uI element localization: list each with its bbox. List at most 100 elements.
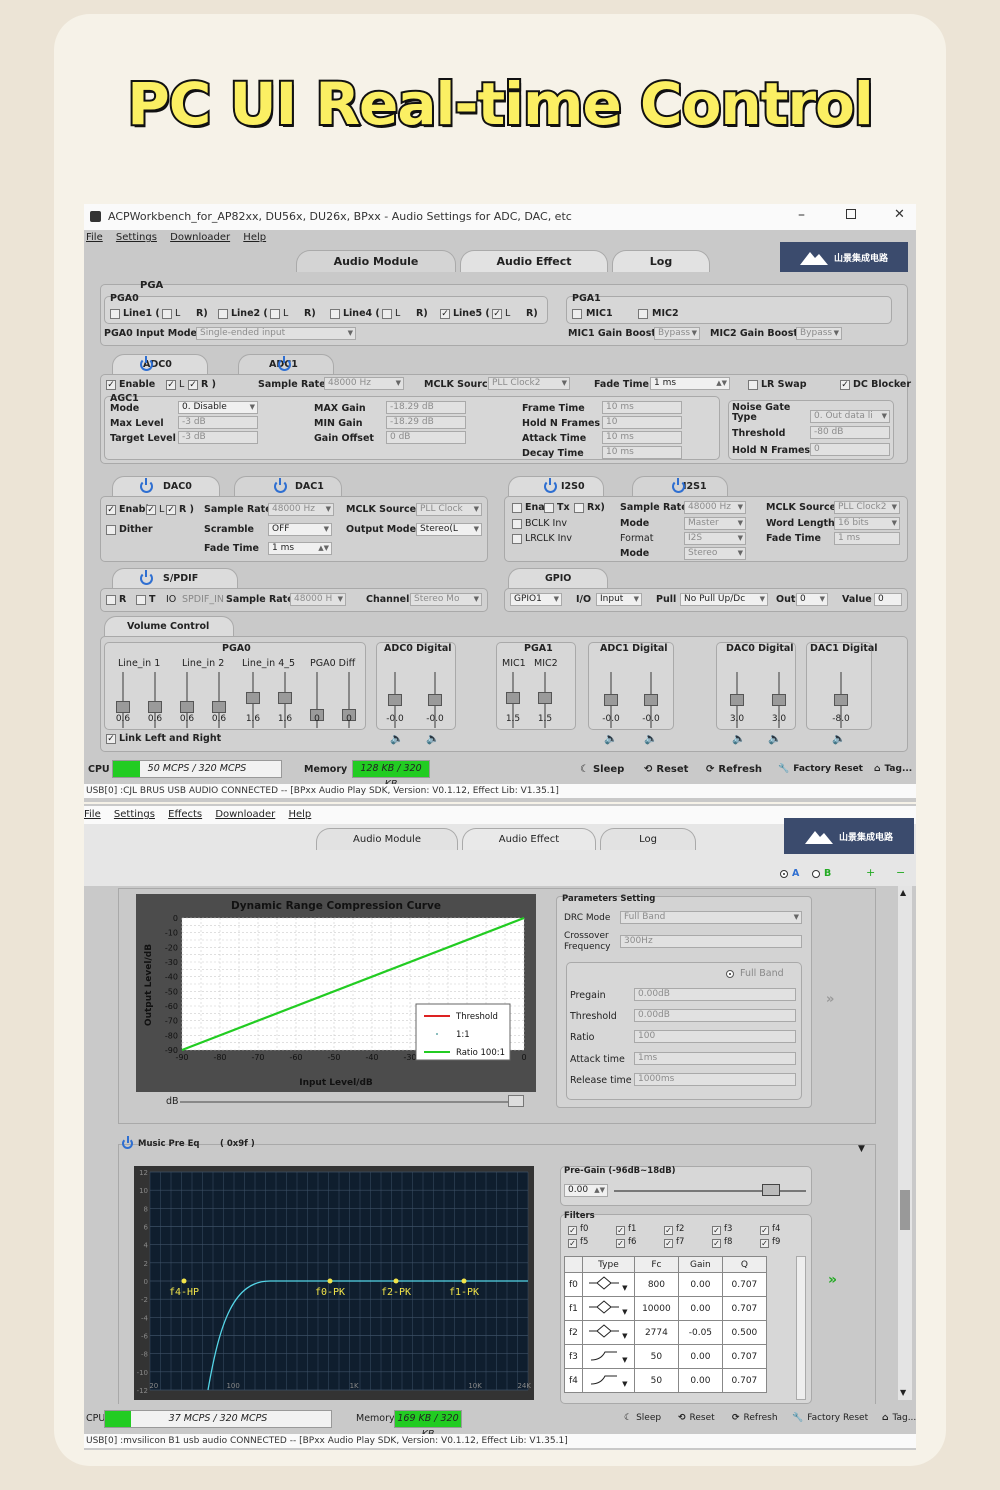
radio-a[interactable] [780, 870, 788, 878]
filter-f6-checkbox[interactable]: ✓ [616, 1239, 625, 1248]
minimize-icon[interactable]: – [798, 207, 805, 223]
chevron-down-icon[interactable]: ▼ [622, 1284, 627, 1292]
tab-spdif[interactable]: S/PDIF [112, 568, 238, 588]
filter-gain[interactable]: 0.00 [677, 1368, 723, 1393]
eq-power-icon[interactable] [122, 1136, 133, 1149]
tab-adc0[interactable]: ADC0 [112, 354, 208, 374]
filter-row[interactable]: f2 ▼ 2774 -0.05 0.500 [564, 1320, 767, 1345]
tab-dac1[interactable]: DAC1 [234, 476, 342, 496]
filter-f7-checkbox[interactable]: ✓ [664, 1239, 673, 1248]
volume-slider-knob[interactable] [148, 700, 162, 713]
filter-q[interactable]: 0.707 [721, 1344, 767, 1369]
i2s-mode-select[interactable]: Master ▼ [684, 517, 746, 530]
filter-type[interactable]: ▼ [581, 1368, 635, 1393]
tab-audio-effect[interactable]: Audio Effect [460, 250, 608, 272]
volume-slider-knob[interactable] [772, 694, 786, 706]
volume-slider-knob[interactable] [644, 694, 658, 706]
adc-enable-checkbox[interactable]: ✓ [106, 380, 116, 390]
spdif-t-checkbox[interactable] [136, 595, 146, 605]
filter-table-scrollbar[interactable] [796, 1256, 806, 1400]
volume-slider-knob[interactable] [212, 700, 226, 713]
i2s1-power-icon[interactable] [672, 478, 685, 493]
menu-downloader[interactable]: Downloader [170, 232, 230, 243]
line1-checkbox[interactable] [110, 309, 120, 319]
filter-q[interactable]: 0.707 [721, 1272, 767, 1297]
chevron-down-icon[interactable]: ▼ [622, 1308, 627, 1316]
volume-slider-knob[interactable] [730, 694, 744, 706]
dac-enable-checkbox[interactable]: ✓ [106, 505, 116, 515]
attack-time-input-2[interactable]: 1ms [634, 1052, 796, 1065]
dac-sample-rate-select[interactable]: 48000 Hz ▼ [268, 503, 334, 516]
gain-offset-input[interactable]: 0 dB [386, 431, 466, 444]
menu-settings-2[interactable]: Settings [114, 809, 155, 820]
lr-swap-checkbox[interactable] [748, 380, 758, 390]
filter-row[interactable]: f3 ▼ 50 0.00 0.707 [564, 1344, 767, 1369]
dither-checkbox[interactable] [106, 525, 116, 535]
line5-l-checkbox[interactable]: ✓ [492, 309, 502, 319]
menu-help[interactable]: Help [243, 232, 266, 243]
i2s-fade-input[interactable]: 1 ms [834, 532, 900, 545]
volume-slider-knob[interactable] [538, 691, 552, 704]
chevron-down-icon[interactable]: ▼ [622, 1380, 627, 1388]
filter-row[interactable]: f4 ▼ 50 0.00 0.707 [564, 1368, 767, 1393]
max-gain-input[interactable]: -18.29 dB [386, 401, 466, 414]
i2s-mclk-select[interactable]: PLL Clock2 ▼ [834, 501, 900, 514]
adc-l-checkbox[interactable]: ✓ [166, 380, 176, 390]
spdif-power-icon[interactable] [140, 570, 153, 585]
i2s-enable-checkbox[interactable] [512, 503, 522, 513]
dac0-r-speaker-icon[interactable]: 🔈 [768, 732, 782, 745]
ng-threshold-input[interactable]: -80 dB [810, 426, 890, 439]
scrollbar-thumb[interactable] [900, 1190, 910, 1230]
spdif-sample-rate-select[interactable]: 48000 H ▼ [290, 593, 346, 606]
i2s-sample-rate-select[interactable]: 48000 Hz ▼ [684, 501, 746, 514]
i2s-mode2-select[interactable]: Stereo ▼ [684, 547, 746, 560]
filter-f2-checkbox[interactable]: ✓ [664, 1226, 673, 1235]
spdif-io-value[interactable]: SPDIF_IN [182, 594, 224, 605]
chevron-down-icon[interactable]: ▼ [622, 1332, 627, 1340]
i2s-rx-checkbox[interactable] [574, 503, 584, 513]
filter-fc[interactable]: 800 [633, 1272, 679, 1297]
filter-row[interactable]: f1 ▼ 10000 0.00 0.707 [564, 1296, 767, 1321]
max-level-input[interactable]: -3 dB [178, 416, 258, 429]
filter-gain[interactable]: 0.00 [677, 1296, 723, 1321]
drc-mode-select[interactable]: Full Band ▼ [620, 911, 802, 924]
menu-effects-2[interactable]: Effects [168, 809, 202, 820]
gpio-pull-select[interactable]: No Pull Up/Dc ▼ [680, 593, 768, 606]
menu-help-2[interactable]: Help [288, 809, 311, 820]
mic1-checkbox[interactable] [572, 309, 582, 319]
crossover-input[interactable]: 300Hz [620, 935, 802, 948]
filter-f4-checkbox[interactable]: ✓ [760, 1226, 769, 1235]
dac-fade-input[interactable]: 1 ms ▲▼ [268, 542, 332, 555]
filter-type[interactable]: ▼ [581, 1296, 635, 1321]
dac-mclk-select[interactable]: PLL Clock ▼ [416, 503, 482, 516]
filter-f9-checkbox[interactable]: ✓ [760, 1239, 769, 1248]
adc-r-checkbox[interactable]: ✓ [188, 380, 198, 390]
i2s-format-select[interactable]: I2S ▼ [684, 532, 746, 545]
tab-log[interactable]: Log [612, 250, 710, 272]
scramble-select[interactable]: OFF ▼ [268, 523, 332, 536]
adc-mclk-select[interactable]: PLL Clock2 ▼ [488, 377, 570, 390]
full-band-radio[interactable] [726, 970, 734, 978]
line5-checkbox[interactable]: ✓ [440, 309, 450, 319]
eq-pregain-input[interactable]: 0.00 ▲▼ [564, 1184, 608, 1197]
adc1-power-icon[interactable] [278, 356, 291, 371]
bclk-inv-checkbox[interactable] [512, 519, 522, 529]
scrollbar[interactable] [898, 886, 912, 1400]
hold-frames-input[interactable]: 10 [602, 416, 682, 429]
filter-gain[interactable]: 0.00 [677, 1344, 723, 1369]
filter-q[interactable]: 0.707 [721, 1368, 767, 1393]
tab-log-2[interactable]: Log [600, 828, 696, 850]
gpio-value-input[interactable]: 0 [874, 593, 902, 606]
filter-type[interactable]: ▼ [581, 1272, 635, 1297]
attack-time-input[interactable]: 10 ms [602, 431, 682, 444]
menu-file[interactable]: File [86, 232, 103, 243]
radio-b[interactable] [812, 870, 820, 878]
filter-q[interactable]: 0.500 [721, 1320, 767, 1345]
eq-pregain-slider-knob[interactable] [762, 1184, 780, 1196]
output-mode-select[interactable]: Stereo(L ▼ [416, 523, 482, 536]
i2s0-power-icon[interactable] [544, 478, 557, 493]
expand-arrow-icon-2[interactable]: » [828, 1272, 837, 1288]
drc-slider-track[interactable] [180, 1101, 524, 1103]
mic1-gain-select[interactable]: Bypass ▼ [654, 327, 700, 340]
refresh-button-2[interactable]: ⟳ Refresh [732, 1413, 778, 1423]
